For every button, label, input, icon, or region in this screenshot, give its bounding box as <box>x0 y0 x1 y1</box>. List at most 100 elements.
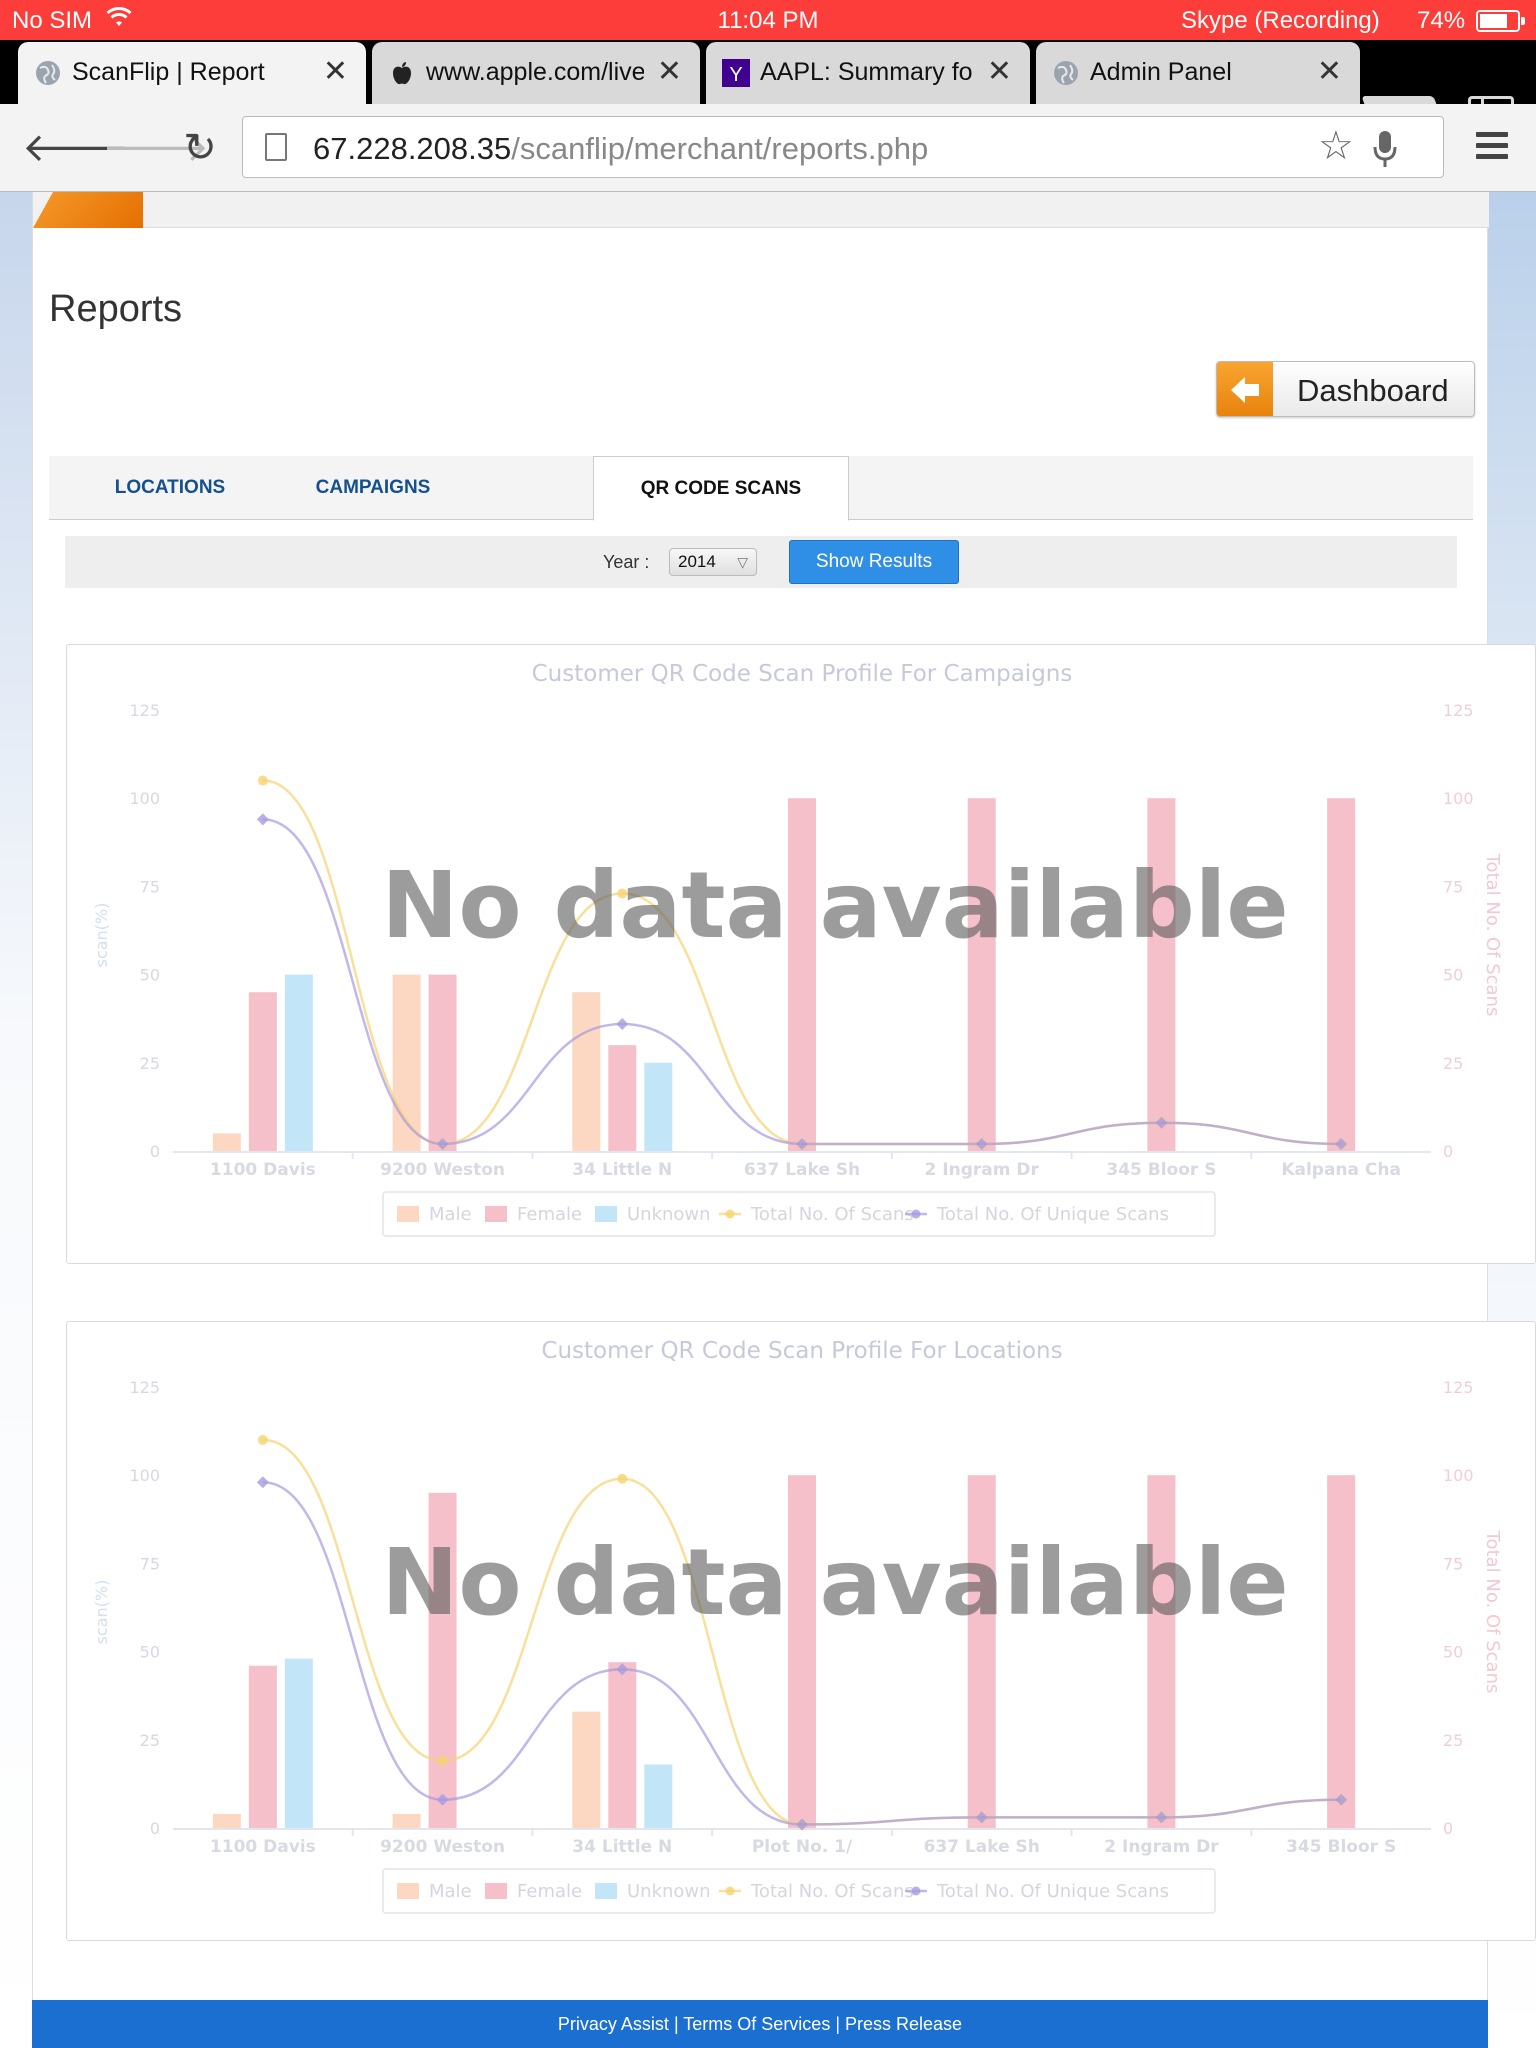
legend-swatch <box>485 1883 507 1899</box>
legend-label: Unknown <box>627 1204 711 1225</box>
recording-label: Skype (Recording) <box>1181 7 1380 34</box>
browser-tab-apple[interactable]: www.apple.com/live/ ✕ <box>372 42 700 104</box>
browser-tab-scanflip[interactable]: ScanFlip | Report ✕ <box>18 42 366 104</box>
press-release-link[interactable]: Press Release <box>845 2014 962 2034</box>
y2-tick-label: 100 <box>1443 789 1474 808</box>
status-bar: No SIM 11:04 PM Skype (Recording) 74% <box>0 0 1536 40</box>
legend-marker <box>725 1886 735 1896</box>
y2-tick-label: 0 <box>1443 1819 1453 1838</box>
report-tabs: LOCATIONS CAMPAIGNS QR CODE SCANS <box>49 456 1473 521</box>
terms-link[interactable]: Terms Of Services <box>683 2014 830 2034</box>
browser-toolbar: 🡐 🡒 ↻ 67.228.208.35/scanflip/merchant/re… <box>0 104 1536 192</box>
arrow-left-icon <box>1217 362 1273 416</box>
legend-marker <box>911 1886 921 1896</box>
legend-label: Total No. Of Scans <box>750 1881 914 1902</box>
y-tick-label: 0 <box>150 1819 160 1838</box>
page-background <box>0 192 32 2048</box>
x-tick-label: 1100 Davis <box>210 1160 316 1180</box>
x-tick-label: 9200 Weston <box>380 1160 505 1180</box>
close-tab-icon[interactable]: ✕ <box>987 54 1012 89</box>
svg-text:Y: Y <box>729 64 742 86</box>
y-tick-label: 50 <box>140 966 160 985</box>
y2-tick-label: 0 <box>1443 1142 1453 1161</box>
legend-label: Male <box>429 1881 472 1902</box>
bar-female <box>428 974 457 1151</box>
no-data-overlay: No data available <box>381 852 1288 959</box>
tab-locations[interactable]: LOCATIONS <box>95 456 245 520</box>
dashboard-button[interactable]: Dashboard <box>1216 361 1475 417</box>
browser-tab-admin[interactable]: Admin Panel ✕ <box>1036 42 1360 104</box>
close-tab-icon[interactable]: ✕ <box>323 54 348 89</box>
reload-icon[interactable]: ↻ <box>178 126 222 170</box>
back-icon[interactable]: 🡐 <box>22 126 129 170</box>
bar-unknown <box>284 1658 313 1828</box>
bar-unknown <box>644 1764 673 1828</box>
show-results-button[interactable]: Show Results <box>789 540 959 584</box>
tab-title: AAPL: Summary for A <box>760 58 974 86</box>
year-select[interactable]: 2014 ▽ <box>669 548 757 576</box>
x-tick-label: 2 Ingram Dr <box>925 1160 1040 1180</box>
url-text[interactable]: 67.228.208.35/scanflip/merchant/reports.… <box>313 131 928 167</box>
y-tick-label: 100 <box>129 1466 160 1485</box>
menu-icon[interactable] <box>1476 132 1508 162</box>
browser-tab-aapl[interactable]: Y AAPL: Summary for A ✕ <box>706 42 1030 104</box>
bar-unknown <box>284 974 313 1151</box>
year-label: Year : <box>603 552 650 572</box>
y2-tick-label: 125 <box>1443 701 1474 720</box>
footer-separator: | <box>668 2014 684 2034</box>
chevron-down-icon: ▽ <box>737 554 748 570</box>
x-tick-label: 345 Bloor S <box>1286 1837 1396 1857</box>
tab-qr-code-scans[interactable]: QR CODE SCANS <box>593 456 849 521</box>
x-tick-label: 637 Lake Sh <box>744 1160 860 1180</box>
x-tick-label: 9200 Weston <box>380 1837 505 1857</box>
legend-label: Female <box>517 1881 582 1902</box>
footer: Privacy Assist | Terms Of Services | Pre… <box>32 2000 1488 2048</box>
y2-tick-label: 50 <box>1443 966 1463 985</box>
x-tick-label: 2 Ingram Dr <box>1104 1837 1219 1857</box>
y-tick-label: 100 <box>129 789 160 808</box>
legend-marker <box>911 1209 921 1219</box>
battery-icon <box>1476 10 1525 32</box>
footer-separator: | <box>830 2014 846 2034</box>
y2-axis-label: Total No. Of Scans <box>1482 1530 1503 1694</box>
bar-female <box>608 1662 637 1828</box>
no-data-overlay: No data available <box>381 1529 1288 1636</box>
y-tick-label: 125 <box>129 701 160 720</box>
tab-title: ScanFlip | Report <box>72 58 265 86</box>
legend-swatch <box>595 1883 617 1899</box>
legend-marker <box>725 1209 735 1219</box>
line-point <box>256 813 269 826</box>
legend-label: Male <box>429 1204 472 1225</box>
y-tick-label: 0 <box>150 1142 160 1161</box>
bar-female <box>1327 798 1356 1151</box>
microphone-icon[interactable] <box>1373 129 1397 169</box>
y2-tick-label: 75 <box>1443 1554 1463 1573</box>
campaigns-chart: Customer QR Code Scan Profile For Campai… <box>66 644 1536 1264</box>
y2-axis-label: Total No. Of Scans <box>1482 853 1503 1017</box>
y-tick-label: 25 <box>140 1731 160 1750</box>
bar-male <box>212 1133 241 1151</box>
x-tick-label: Plot No. 1/ <box>752 1837 853 1857</box>
bookmark-star-icon[interactable]: ☆ <box>1318 123 1354 169</box>
line-point <box>257 1434 268 1445</box>
address-bar[interactable]: 67.228.208.35/scanflip/merchant/reports.… <box>242 116 1444 178</box>
page-title: Reports <box>49 288 183 330</box>
privacy-link[interactable]: Privacy Assist <box>558 2014 669 2034</box>
y2-tick-label: 125 <box>1443 1378 1474 1397</box>
chart-title: Customer QR Code Scan Profile For Campai… <box>532 661 1073 687</box>
tab-campaigns[interactable]: CAMPAIGNS <box>289 456 457 520</box>
legend-label: Unknown <box>627 1881 711 1902</box>
dashboard-label: Dashboard <box>1297 373 1449 408</box>
close-tab-icon[interactable]: ✕ <box>1317 54 1342 89</box>
y2-tick-label: 75 <box>1443 877 1463 896</box>
x-tick-label: 1100 Davis <box>210 1837 316 1857</box>
y-tick-label: 75 <box>140 1554 160 1573</box>
globe-icon <box>1054 61 1078 85</box>
tab-title: Admin Panel <box>1090 58 1232 86</box>
close-tab-icon[interactable]: ✕ <box>657 54 682 89</box>
forward-icon[interactable]: 🡒 <box>102 126 209 170</box>
legend-label: Total No. Of Scans <box>750 1204 914 1225</box>
globe-icon <box>36 61 60 85</box>
line-point <box>437 1755 448 1766</box>
y-axis-label: scan(%) <box>92 903 111 968</box>
